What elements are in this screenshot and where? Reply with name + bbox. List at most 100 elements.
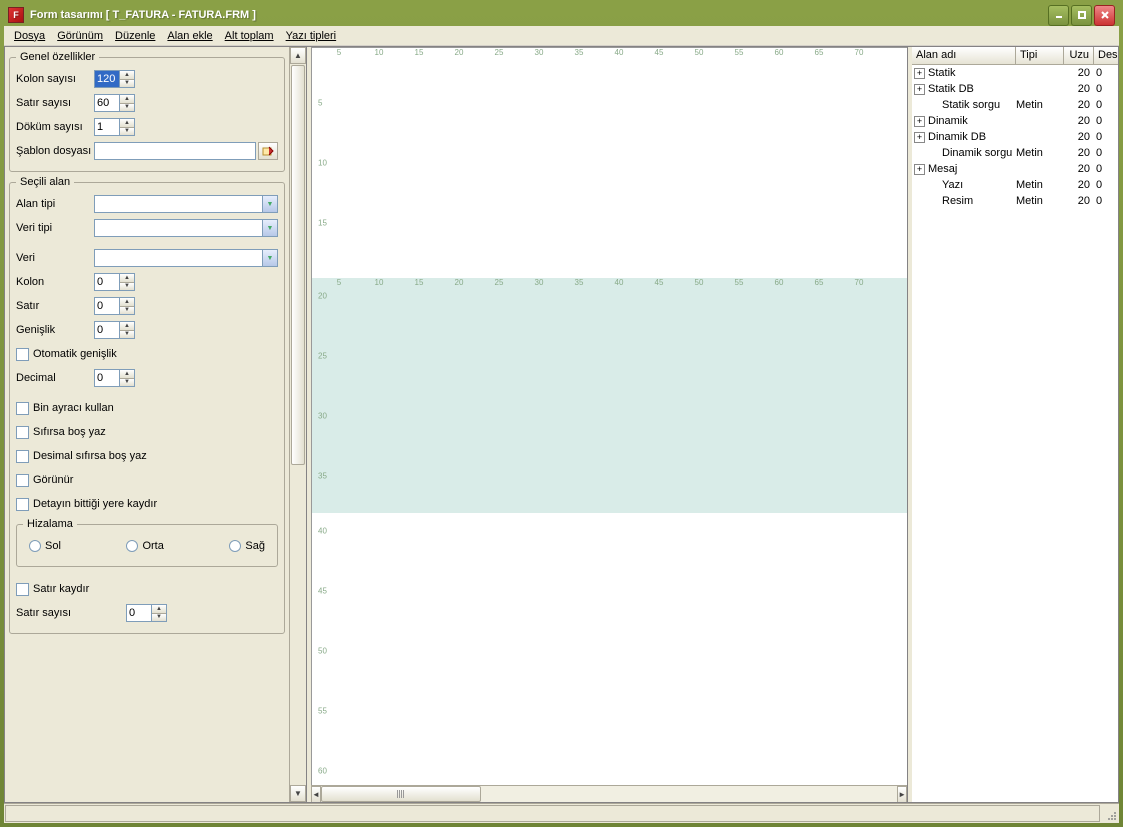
dokum-sayisi-spinner[interactable]: ▲▼: [120, 118, 135, 136]
ruler-vertical-bot: 4045505560: [312, 513, 332, 785]
desimal-sifirsa-checkbox[interactable]: [16, 450, 29, 463]
veri-tipi-label: Veri tipi: [16, 222, 94, 234]
tree-row[interactable]: +Mesaj200: [912, 161, 1118, 177]
wrap-satir-sayisi-spinner[interactable]: ▲▼: [152, 604, 167, 622]
sel-satir-input[interactable]: [94, 297, 120, 315]
header-region[interactable]: 510152025303540455055606570 51015: [312, 48, 907, 278]
kolon-sayisi-spinner[interactable]: ▲▼: [120, 70, 135, 88]
close-button[interactable]: [1094, 5, 1115, 26]
sifirsa-bos-checkbox[interactable]: [16, 426, 29, 439]
sel-satir-spinner[interactable]: ▲▼: [120, 297, 135, 315]
menu-yazi-tipleri[interactable]: Yazı tipleri: [280, 28, 343, 44]
align-sag-radio[interactable]: Sağ: [229, 540, 265, 552]
left-scrollbar[interactable]: ▲ ▼: [289, 47, 306, 802]
menu-alan-ekle[interactable]: Alan ekle: [161, 28, 218, 44]
oto-genislik-checkbox[interactable]: [16, 348, 29, 361]
tree-header-type[interactable]: Tipi: [1016, 47, 1064, 64]
menu-dosya[interactable]: Dosya: [8, 28, 51, 44]
hscroll-right-button[interactable]: ►: [897, 786, 907, 802]
kolon-sayisi-input[interactable]: [94, 70, 120, 88]
satir-kaydir-checkbox[interactable]: [16, 583, 29, 596]
tree-cell-len: 20: [1064, 131, 1094, 143]
chevron-down-icon[interactable]: ▼: [262, 250, 277, 266]
gorunur-label: Görünür: [33, 474, 73, 486]
scroll-up-button[interactable]: ▲: [290, 47, 306, 64]
menu-duzenle[interactable]: Düzenle: [109, 28, 161, 44]
wrap-satir-sayisi-input[interactable]: [126, 604, 152, 622]
hscroll-thumb[interactable]: [321, 786, 481, 802]
detay-kaydir-checkbox[interactable]: [16, 498, 29, 511]
veri-tipi-combo[interactable]: ▼: [94, 219, 278, 237]
tree-header-name[interactable]: Alan adı: [912, 47, 1016, 64]
tree-expand-spacer: [914, 196, 925, 207]
satir-sayisi-input[interactable]: [94, 94, 120, 112]
decimal-input[interactable]: [94, 369, 120, 387]
tree-cell-len: 20: [1064, 83, 1094, 95]
tree-expand-icon[interactable]: +: [914, 116, 925, 127]
tree-row[interactable]: +Dinamik200: [912, 113, 1118, 129]
tree-header-dec[interactable]: Des: [1094, 47, 1118, 64]
tree-expand-icon[interactable]: +: [914, 132, 925, 143]
align-sol-radio[interactable]: Sol: [29, 540, 61, 552]
tree-expand-icon[interactable]: +: [914, 68, 925, 79]
sifirsa-bos-label: Sıfırsa boş yaz: [33, 426, 106, 438]
bin-ayrac-checkbox[interactable]: [16, 402, 29, 415]
align-legend: Hizalama: [23, 518, 77, 530]
maximize-button[interactable]: [1071, 5, 1092, 26]
sel-kolon-label: Kolon: [16, 276, 94, 288]
alan-tipi-label: Alan tipi: [16, 198, 94, 210]
satir-sayisi-spinner[interactable]: ▲▼: [120, 94, 135, 112]
tree-cell-len: 20: [1064, 147, 1094, 159]
scroll-down-button[interactable]: ▼: [290, 785, 306, 802]
genislik-spinner[interactable]: ▲▼: [120, 321, 135, 339]
tree-cell-dec: 0: [1094, 195, 1118, 207]
tree-cell-dec: 0: [1094, 131, 1118, 143]
tree-body[interactable]: +Statik200+Statik DB200Statik sorguMetin…: [912, 65, 1118, 802]
chevron-down-icon[interactable]: ▼: [262, 196, 277, 212]
tree-header-len[interactable]: Uzu: [1064, 47, 1094, 64]
dokum-sayisi-label: Döküm sayısı: [16, 121, 94, 133]
scroll-thumb[interactable]: [291, 65, 305, 465]
tree-cell-len: 20: [1064, 195, 1094, 207]
sablon-input[interactable]: [94, 142, 256, 160]
tree-row[interactable]: ResimMetin200: [912, 193, 1118, 209]
menu-alt-toplam[interactable]: Alt toplam: [219, 28, 280, 44]
veri-combo[interactable]: ▼: [94, 249, 278, 267]
design-canvas[interactable]: 510152025303540455055606570 51015 510152…: [311, 47, 907, 785]
sel-satir-label: Satır: [16, 300, 94, 312]
hscroll-left-button[interactable]: ◄: [311, 786, 321, 802]
chevron-down-icon[interactable]: ▼: [262, 220, 277, 236]
veri-label: Veri: [16, 252, 94, 264]
dokum-sayisi-input[interactable]: [94, 118, 120, 136]
tree-row[interactable]: +Dinamik DB200: [912, 129, 1118, 145]
tree-row[interactable]: +Statik DB200: [912, 81, 1118, 97]
tree-expand-icon[interactable]: +: [914, 164, 925, 175]
selected-group: Seçili alan Alan tipi ▼ Veri tipi ▼ Veri: [9, 176, 285, 634]
resize-grip-icon[interactable]: [1101, 804, 1119, 823]
gorunur-checkbox[interactable]: [16, 474, 29, 487]
genislik-input[interactable]: [94, 321, 120, 339]
tree-row[interactable]: Dinamik sorguMetin200: [912, 145, 1118, 161]
tree-row[interactable]: +Statik200: [912, 65, 1118, 81]
tree-expand-icon[interactable]: +: [914, 84, 925, 95]
form-paper[interactable]: 510152025303540455055606570 51015 510152…: [311, 47, 907, 785]
ruler-vertical-top: 51015: [312, 48, 332, 278]
alan-tipi-combo[interactable]: ▼: [94, 195, 278, 213]
canvas-hscrollbar[interactable]: ◄ ►: [311, 785, 907, 802]
detail-region[interactable]: 510152025303540455055606570 20253035: [312, 278, 907, 513]
footer-region[interactable]: 4045505560: [312, 513, 907, 785]
decimal-label: Decimal: [16, 372, 94, 384]
tree-row[interactable]: Statik sorguMetin200: [912, 97, 1118, 113]
sel-kolon-spinner[interactable]: ▲▼: [120, 273, 135, 291]
tree-row[interactable]: YazıMetin200: [912, 177, 1118, 193]
menu-gorunum[interactable]: Görünüm: [51, 28, 109, 44]
decimal-spinner[interactable]: ▲▼: [120, 369, 135, 387]
tree-cell-type: Metin: [1016, 99, 1064, 111]
tree-cell-dec: 0: [1094, 67, 1118, 79]
minimize-button[interactable]: [1048, 5, 1069, 26]
window-title: Form tasarımı [ T_FATURA - FATURA.FRM ]: [30, 9, 256, 21]
sablon-browse-button[interactable]: [258, 142, 278, 160]
sel-kolon-input[interactable]: [94, 273, 120, 291]
align-orta-radio[interactable]: Orta: [126, 540, 163, 552]
detay-kaydir-label: Detayın bittiği yere kaydır: [33, 498, 157, 510]
